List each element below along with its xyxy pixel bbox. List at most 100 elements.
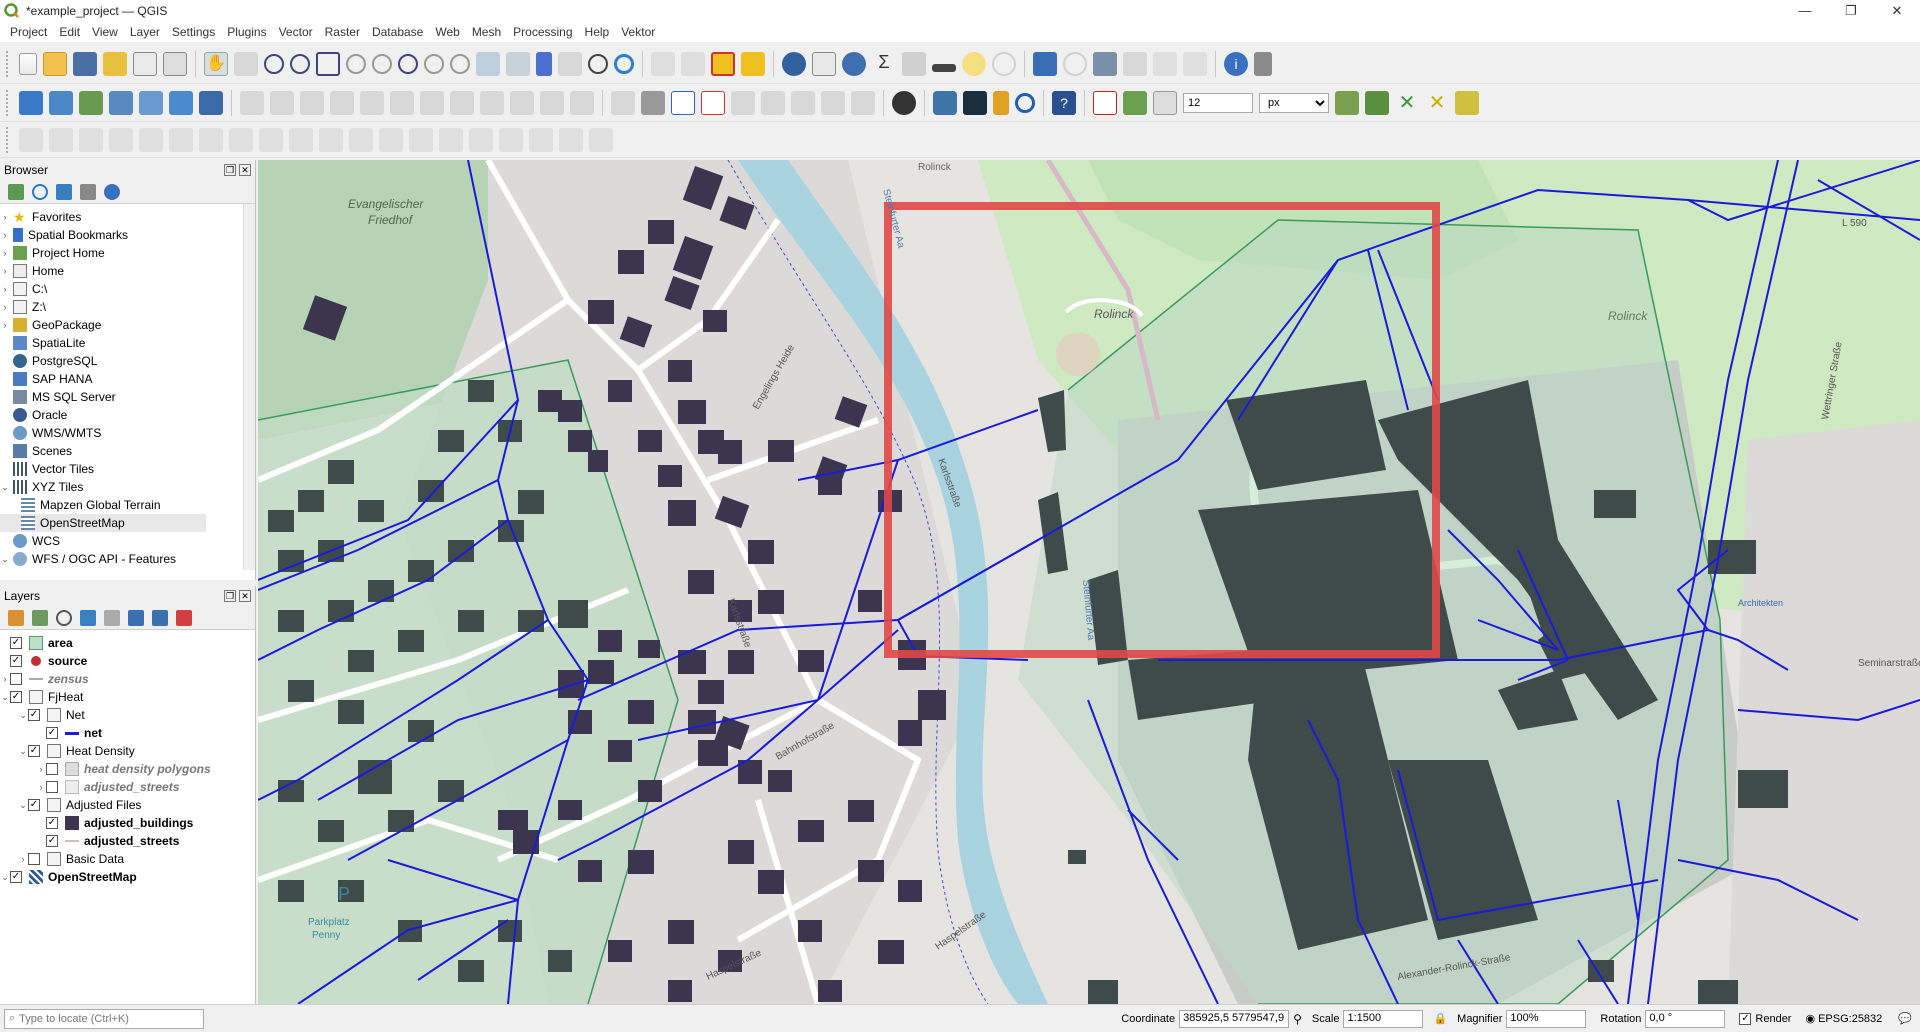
expand-all-icon[interactable] — [128, 609, 144, 626]
refresh-browser-icon[interactable] — [32, 183, 48, 200]
plugin-tools-icon[interactable] — [1254, 51, 1272, 76]
adv-fill-ring-icon[interactable] — [229, 127, 253, 152]
menu-help[interactable]: Help — [579, 25, 616, 39]
add-layers-icon[interactable] — [8, 183, 24, 200]
undo-icon[interactable] — [540, 90, 564, 115]
layer-checkbox[interactable]: ✓ — [10, 637, 22, 649]
menu-web[interactable]: Web — [429, 25, 465, 39]
gps-icon[interactable] — [1063, 51, 1087, 76]
snapping-intersection-icon[interactable] — [1365, 90, 1389, 115]
browser-item-c-drive[interactable]: › C:\ — [0, 280, 255, 298]
locate-icon[interactable] — [992, 51, 1016, 76]
layer-openstreetmap[interactable]: ⌄ ✓ OpenStreetMap — [0, 868, 255, 886]
add-vector-layer-icon[interactable] — [79, 90, 103, 115]
statistics-icon[interactable]: Σ — [872, 52, 896, 76]
temporal-controller-icon[interactable] — [588, 53, 608, 74]
digitize-icon[interactable] — [330, 90, 354, 115]
adv-merge-attributes-icon[interactable] — [499, 127, 523, 152]
terminal-icon[interactable] — [963, 90, 987, 115]
zoom-layer-icon[interactable] — [372, 53, 392, 74]
browser-scrollbar[interactable] — [243, 204, 255, 570]
toolbar-grip[interactable] — [6, 126, 10, 153]
layer-adjusted-streets-hd[interactable]: › adjusted_streets — [0, 778, 255, 796]
measure-icon[interactable] — [932, 63, 956, 72]
current-edits-icon[interactable] — [240, 90, 264, 115]
browser-item-oracle[interactable]: Oracle — [0, 406, 255, 424]
attribute-table-icon[interactable] — [812, 51, 836, 76]
vertex-tool-icon[interactable] — [360, 90, 384, 115]
adv-offset-symbols-icon[interactable] — [559, 127, 583, 152]
adv-add-ring-icon[interactable] — [169, 127, 193, 152]
browser-item-sap-hana[interactable]: SAP HANA — [0, 370, 255, 388]
copy-features-icon[interactable] — [480, 90, 504, 115]
history-icon[interactable] — [1015, 92, 1035, 113]
new-map-view-icon[interactable] — [476, 51, 500, 76]
zoom-next-icon[interactable] — [450, 53, 470, 74]
menu-vektor[interactable]: Vektor — [615, 25, 661, 39]
menu-plugins[interactable]: Plugins — [221, 25, 272, 39]
layer-checkbox[interactable]: ✓ — [28, 799, 40, 811]
locator-search[interactable]: ⌕ Type to locate (Ctrl+K) — [4, 1008, 204, 1029]
browser-item-z-drive[interactable]: › Z:\ — [0, 298, 255, 316]
snapping-tolerance-input[interactable] — [1183, 92, 1253, 113]
maximize-button[interactable]: ❐ — [1828, 0, 1874, 22]
snapping-magnet-icon[interactable] — [1093, 90, 1117, 115]
snapping-unit-select[interactable]: px — [1259, 92, 1329, 113]
map-tips-icon[interactable] — [962, 51, 986, 76]
trace-icon[interactable] — [1183, 51, 1207, 76]
lock-scale-icon[interactable]: 🔒 — [1433, 1012, 1447, 1025]
minimize-button[interactable]: — — [1782, 0, 1828, 22]
show-hide-labels-icon[interactable] — [761, 90, 785, 115]
help-icon[interactable]: i — [1224, 51, 1248, 76]
snap-cross-icon[interactable]: ✕ — [1395, 91, 1419, 115]
snapping-vertex-icon[interactable] — [1153, 90, 1177, 115]
adv-add-part-icon[interactable] — [199, 127, 223, 152]
adv-reverse-line-icon[interactable] — [379, 127, 403, 152]
crs-globe-icon[interactable]: ◉ — [1805, 1012, 1815, 1025]
layer-checkbox[interactable]: ✓ — [46, 727, 58, 739]
snap-tracing-icon[interactable]: ✕ — [1425, 91, 1449, 115]
network-icon[interactable] — [1123, 51, 1147, 76]
annotation-icon[interactable] — [1033, 51, 1057, 76]
refresh-icon[interactable] — [614, 53, 634, 74]
open-project-icon[interactable] — [43, 51, 67, 76]
browser-item-geopackage[interactable]: › GeoPackage — [0, 316, 255, 334]
menu-processing[interactable]: Processing — [507, 25, 578, 39]
coordinate-field[interactable]: 385925,5 5779547,9 — [1179, 1009, 1290, 1028]
layer-fjheat[interactable]: ⌄ ✓ FjHeat — [0, 688, 255, 706]
map-canvas[interactable]: Evangelischer Friedhof Rolinck Rolinck R… — [258, 160, 1920, 1004]
layer-net-group[interactable]: ⌄ ✓ Net — [0, 706, 255, 724]
label-abc-red-icon[interactable] — [701, 90, 725, 115]
topological-editing-icon[interactable] — [1335, 90, 1359, 115]
move-label-icon[interactable] — [791, 90, 815, 115]
messages-icon[interactable]: 💬 — [1898, 1012, 1912, 1025]
add-spatialite-icon[interactable] — [139, 90, 163, 115]
add-mesh-icon[interactable] — [169, 90, 193, 115]
toolbar-grip[interactable] — [6, 50, 10, 77]
manage-themes-icon[interactable] — [56, 609, 72, 626]
layer-area[interactable]: ✓ area — [0, 634, 255, 652]
georeferencer-icon[interactable] — [1093, 51, 1117, 76]
zoom-last-icon[interactable] — [424, 53, 444, 74]
toggle-editing-icon[interactable] — [270, 90, 294, 115]
print-layout-icon[interactable] — [133, 51, 157, 76]
close-panel-button[interactable]: ✕ — [239, 164, 251, 176]
modify-attributes-icon[interactable] — [390, 90, 414, 115]
zoom-selection-icon[interactable] — [346, 53, 366, 74]
bookmark-icon[interactable] — [536, 51, 552, 76]
browser-item-wms[interactable]: WMS/WMTS — [0, 424, 255, 442]
adv-rotate-symbols-icon[interactable] — [529, 127, 553, 152]
layer-checkbox[interactable]: ✓ — [28, 745, 40, 757]
browser-item-favorites[interactable]: › ★ Favorites — [0, 208, 255, 226]
add-raster-layer-icon[interactable] — [109, 90, 133, 115]
layer-adjusted-files[interactable]: ⌄ ✓ Adjusted Files — [0, 796, 255, 814]
remove-layer-icon[interactable] — [176, 609, 192, 626]
adv-split-features-icon[interactable] — [409, 127, 433, 152]
browser-item-spatial-bookmarks[interactable]: › Spatial Bookmarks — [0, 226, 255, 244]
adv-scale-icon[interactable] — [109, 127, 133, 152]
adv-delete-ring-icon[interactable] — [259, 127, 283, 152]
properties-icon[interactable] — [104, 183, 120, 200]
rotation-field[interactable]: 0,0 ° — [1645, 1009, 1726, 1028]
browser-item-openstreetmap[interactable]: OpenStreetMap — [0, 514, 206, 532]
adv-split-parts-icon[interactable] — [439, 127, 463, 152]
